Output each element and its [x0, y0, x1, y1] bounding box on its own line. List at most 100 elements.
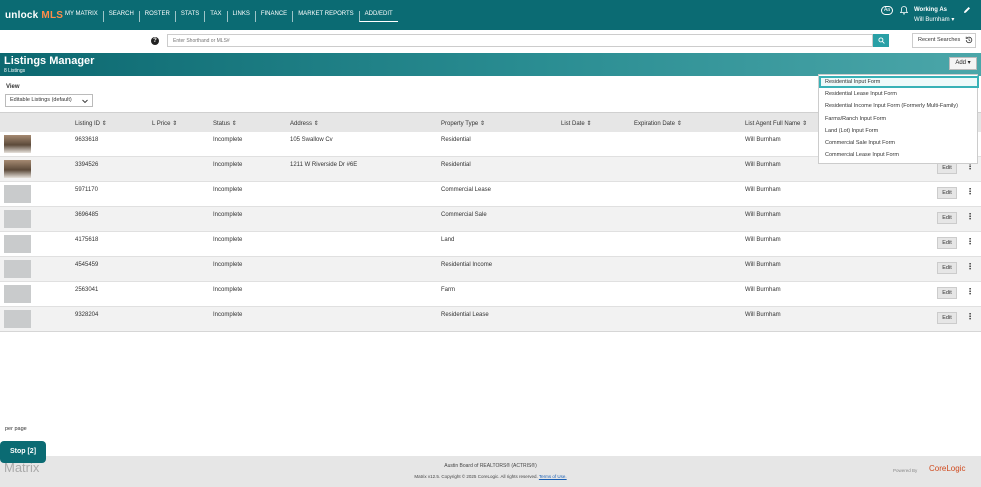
view-select[interactable]: Editable Listings (default): [5, 94, 93, 107]
nav-tax[interactable]: TAX: [204, 11, 226, 22]
table-row[interactable]: 3696485 Incomplete Commercial Sale Will …: [0, 207, 981, 232]
table-row[interactable]: 9328204 Incomplete Residential Lease Wil…: [0, 307, 981, 332]
listings-manager-header: Listings Manager 8 Listings: [0, 53, 981, 76]
edit-button[interactable]: Edit: [937, 187, 957, 199]
nav-stats[interactable]: STATS: [174, 11, 204, 22]
more-options-icon[interactable]: ⋮: [966, 187, 974, 196]
listing-photo-placeholder[interactable]: [4, 235, 31, 253]
bell-icon[interactable]: [899, 6, 909, 17]
menu-item-commercial-sale[interactable]: Commercial Sale Input Form: [825, 140, 895, 146]
listing-address: 105 Swallow Cv: [290, 137, 333, 143]
menu-item-commercial-lease[interactable]: Commercial Lease Input Form: [825, 152, 899, 158]
edit-button[interactable]: Edit: [937, 287, 957, 299]
more-options-icon[interactable]: ⋮: [966, 237, 974, 246]
listing-type: Farm: [441, 287, 455, 293]
search-button[interactable]: [873, 34, 889, 47]
edit-button[interactable]: Edit: [937, 262, 957, 274]
menu-item-farms-ranch[interactable]: Farms/Ranch Input Form: [825, 116, 886, 122]
shorthand-search-input[interactable]: [167, 34, 873, 47]
listing-status: Incomplete: [213, 312, 243, 318]
listing-photo-placeholder[interactable]: [4, 260, 31, 278]
edit-button[interactable]: Edit: [937, 237, 957, 249]
table-row[interactable]: 4545459 Incomplete Residential Income Wi…: [0, 257, 981, 282]
listing-status: Incomplete: [213, 212, 243, 218]
more-options-icon[interactable]: ⋮: [966, 212, 974, 221]
nav-roster[interactable]: ROSTER: [138, 11, 175, 22]
recent-searches-button[interactable]: Recent Searches: [912, 33, 976, 48]
listing-agent: Will Burnham: [745, 187, 781, 193]
col-list-agent[interactable]: List Agent Full Name ⇕: [745, 120, 807, 127]
footer-board-name: Austin Board of REALTORS® (ACTRIS®): [444, 463, 537, 469]
col-property-type[interactable]: Property Type ⇕: [441, 120, 485, 127]
listing-agent: Will Burnham: [745, 237, 781, 243]
stop-button[interactable]: Stop [2]: [0, 441, 46, 463]
listing-id: 3394526: [75, 162, 99, 168]
listing-agent: Will Burnham: [745, 137, 781, 143]
col-list-date[interactable]: List Date ⇕: [561, 120, 591, 127]
search-icon: [877, 37, 885, 46]
listing-photo-placeholder[interactable]: [4, 210, 31, 228]
corelogic-logo: CoreLogic: [929, 464, 966, 473]
col-l-price[interactable]: L Price ⇕: [152, 120, 177, 127]
listing-type: Land: [441, 237, 455, 243]
add-button[interactable]: Add ▾: [949, 57, 977, 70]
listing-agent: Will Burnham: [745, 312, 781, 318]
listing-id: 4545459: [75, 262, 99, 268]
copyright-text: Matrix v12.5. Copyright © 2025 CoreLogic…: [414, 474, 538, 479]
table-row[interactable]: 2563041 Incomplete Farm Will Burnham Edi…: [0, 282, 981, 307]
more-options-icon[interactable]: ⋮: [966, 262, 974, 271]
listing-address: 1211 W Riverside Dr #6E: [290, 162, 358, 168]
listing-type: Residential Lease: [441, 312, 489, 318]
nav-market-reports[interactable]: MARKET REPORTS: [292, 11, 358, 22]
view-select-value: Editable Listings (default): [10, 97, 72, 103]
add-dropdown-menu: Residential Input Form Residential Lease…: [818, 74, 979, 164]
listing-agent: Will Burnham: [745, 212, 781, 218]
listing-status: Incomplete: [213, 262, 243, 268]
col-status[interactable]: Status ⇕: [213, 120, 237, 127]
listing-type: Residential Income: [441, 262, 493, 268]
listing-status: Incomplete: [213, 137, 243, 143]
logo-prefix: unlock: [5, 10, 39, 21]
help-icon[interactable]: ?: [151, 37, 159, 45]
table-row[interactable]: 5971170 Incomplete Commercial Lease Will…: [0, 182, 981, 207]
nav-my-matrix[interactable]: MY MATRIX: [60, 11, 103, 22]
menu-item-residential[interactable]: Residential Input Form: [825, 79, 880, 85]
edit-button[interactable]: Edit: [937, 312, 957, 324]
menu-item-land[interactable]: Land (Lot) Input Form: [825, 128, 878, 134]
more-options-icon[interactable]: ⋮: [966, 287, 974, 296]
listing-agent: Will Burnham: [745, 262, 781, 268]
col-listing-id[interactable]: Listing ID ⇕: [75, 120, 107, 127]
listing-status: Incomplete: [213, 237, 243, 243]
listing-status: Incomplete: [213, 187, 243, 193]
table-row[interactable]: 4175618 Incomplete Land Will Burnham Edi…: [0, 232, 981, 257]
listing-photo-placeholder[interactable]: [4, 285, 31, 303]
unlock-mls-logo[interactable]: unlock MLS: [5, 10, 63, 21]
more-options-icon[interactable]: ⋮: [966, 312, 974, 321]
listing-id: 3696485: [75, 212, 99, 218]
terms-of-use-link[interactable]: Terms of Use.: [539, 474, 567, 479]
text-size-button[interactable]: Aa: [881, 6, 893, 15]
listing-photo-placeholder[interactable]: [4, 310, 31, 328]
listing-photo[interactable]: [4, 135, 31, 153]
menu-item-residential-lease[interactable]: Residential Lease Input Form: [825, 91, 897, 97]
listing-agent: Will Burnham: [745, 287, 781, 293]
col-address[interactable]: Address ⇕: [290, 120, 319, 127]
table-bottom-border: [0, 331, 981, 332]
nav-add-edit[interactable]: ADD/EDIT: [358, 11, 398, 22]
pencil-icon[interactable]: [963, 6, 971, 16]
nav-finance[interactable]: FINANCE: [254, 11, 292, 22]
nav-search[interactable]: SEARCH: [102, 11, 139, 22]
listing-type: Commercial Sale: [441, 212, 487, 218]
top-nav-bar: unlock MLS MY MATRIX SEARCH ROSTER STATS…: [0, 0, 981, 30]
chevron-down-icon: [82, 98, 88, 109]
nav-links[interactable]: LINKS: [226, 11, 255, 22]
listings-count: 8 Listings: [4, 68, 26, 74]
menu-item-residential-income[interactable]: Residential Income Input Form (Formerly …: [825, 103, 958, 109]
listing-status: Incomplete: [213, 287, 243, 293]
col-expiration-date[interactable]: Expiration Date ⇕: [634, 120, 682, 127]
working-as-label: Working As: [914, 7, 948, 13]
edit-button[interactable]: Edit: [937, 212, 957, 224]
listing-photo[interactable]: [4, 160, 31, 178]
working-as-user-dropdown[interactable]: Will Burnham ▾: [914, 16, 954, 23]
listing-photo-placeholder[interactable]: [4, 185, 31, 203]
